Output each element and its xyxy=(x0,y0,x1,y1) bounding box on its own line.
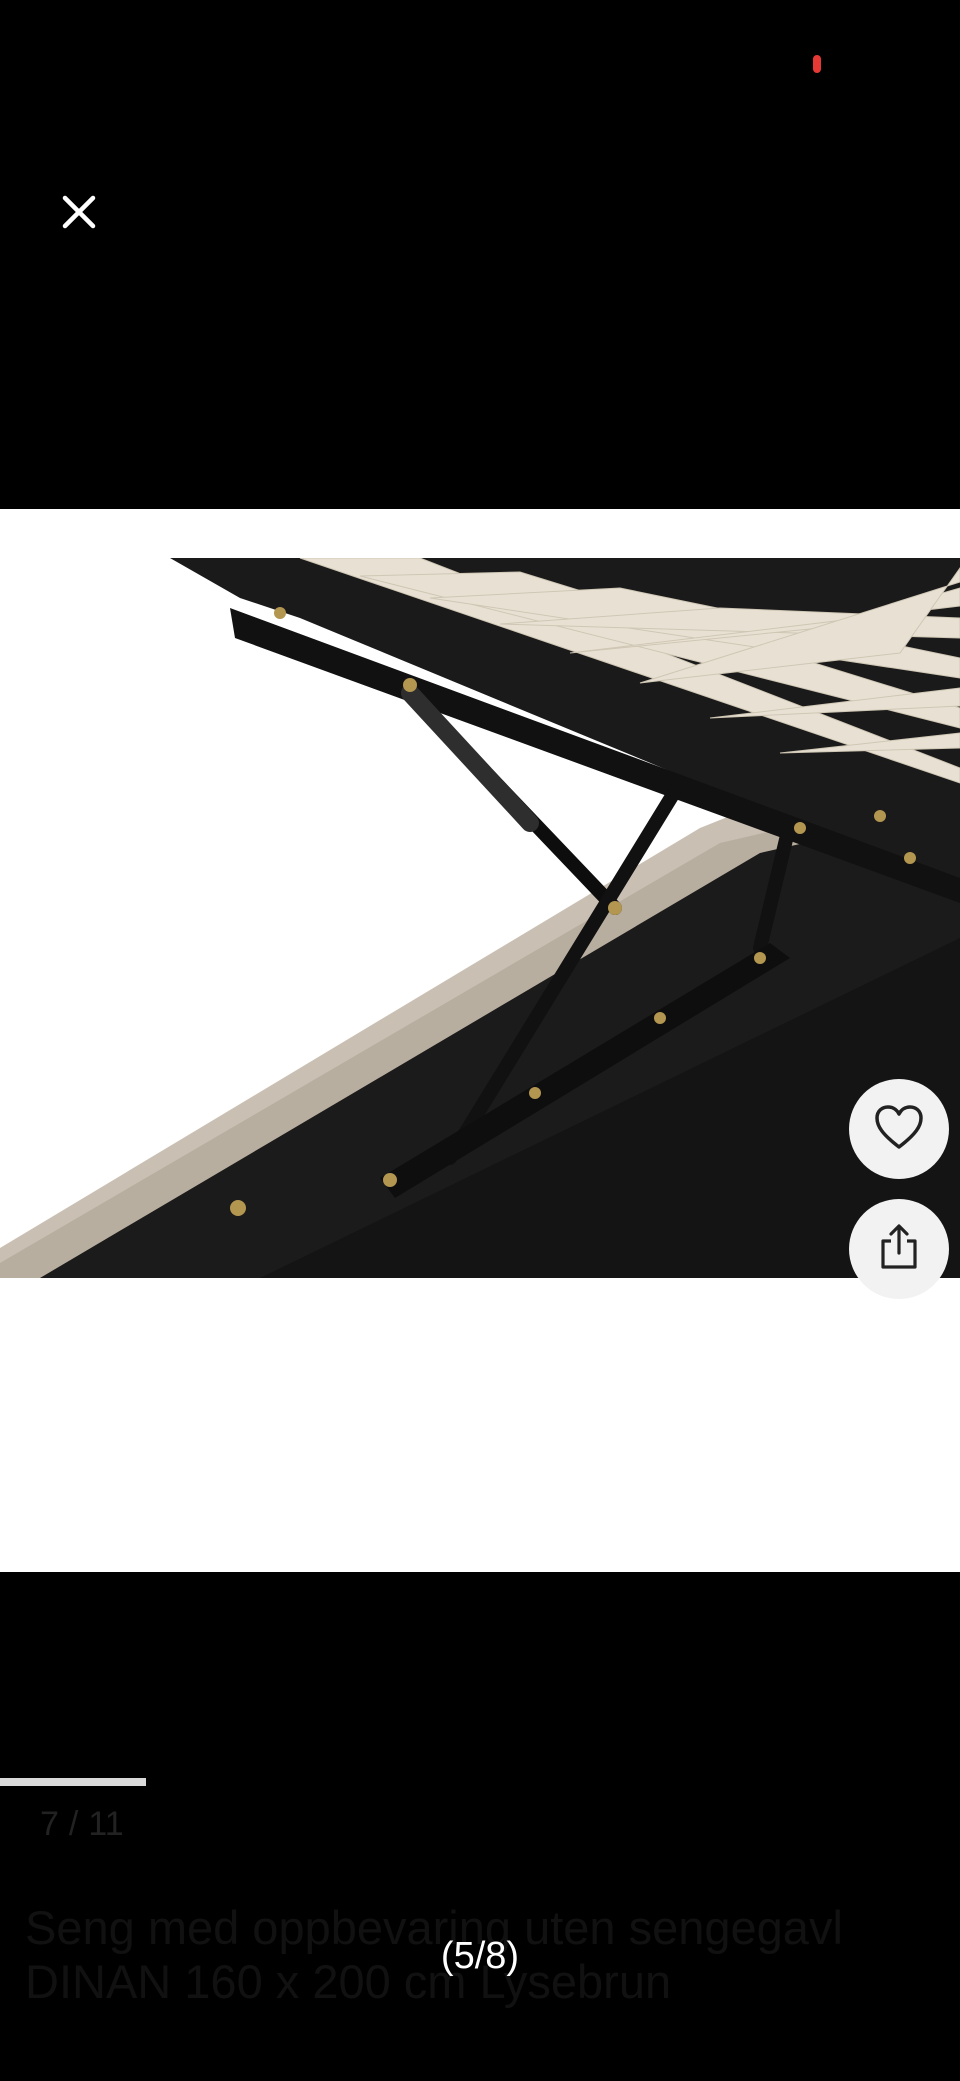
heart-outline-icon xyxy=(874,1104,924,1155)
image-viewer-screen: { "viewer": { "close_icon": "close-icon"… xyxy=(0,0,960,2081)
close-icon xyxy=(62,195,96,234)
product-card: 7 / 11 Seng med oppbevaring uten sengega… xyxy=(0,509,960,2008)
share-icon xyxy=(877,1223,921,1276)
favorite-button[interactable] xyxy=(849,1079,949,1179)
share-button[interactable] xyxy=(849,1199,949,1299)
image-counter-separator: / xyxy=(68,1805,79,1843)
image-counter: 7 / 11 xyxy=(40,1805,124,1844)
image-counter-total: 11 xyxy=(88,1805,124,1843)
page-indicator: (5/8) xyxy=(440,1935,520,1977)
close-button[interactable] xyxy=(50,185,108,243)
product-photo[interactable] xyxy=(0,558,960,1278)
recording-indicator-dot xyxy=(813,55,821,73)
image-counter-current: 7 xyxy=(40,1805,59,1843)
image-progress-bar xyxy=(0,1778,146,1786)
